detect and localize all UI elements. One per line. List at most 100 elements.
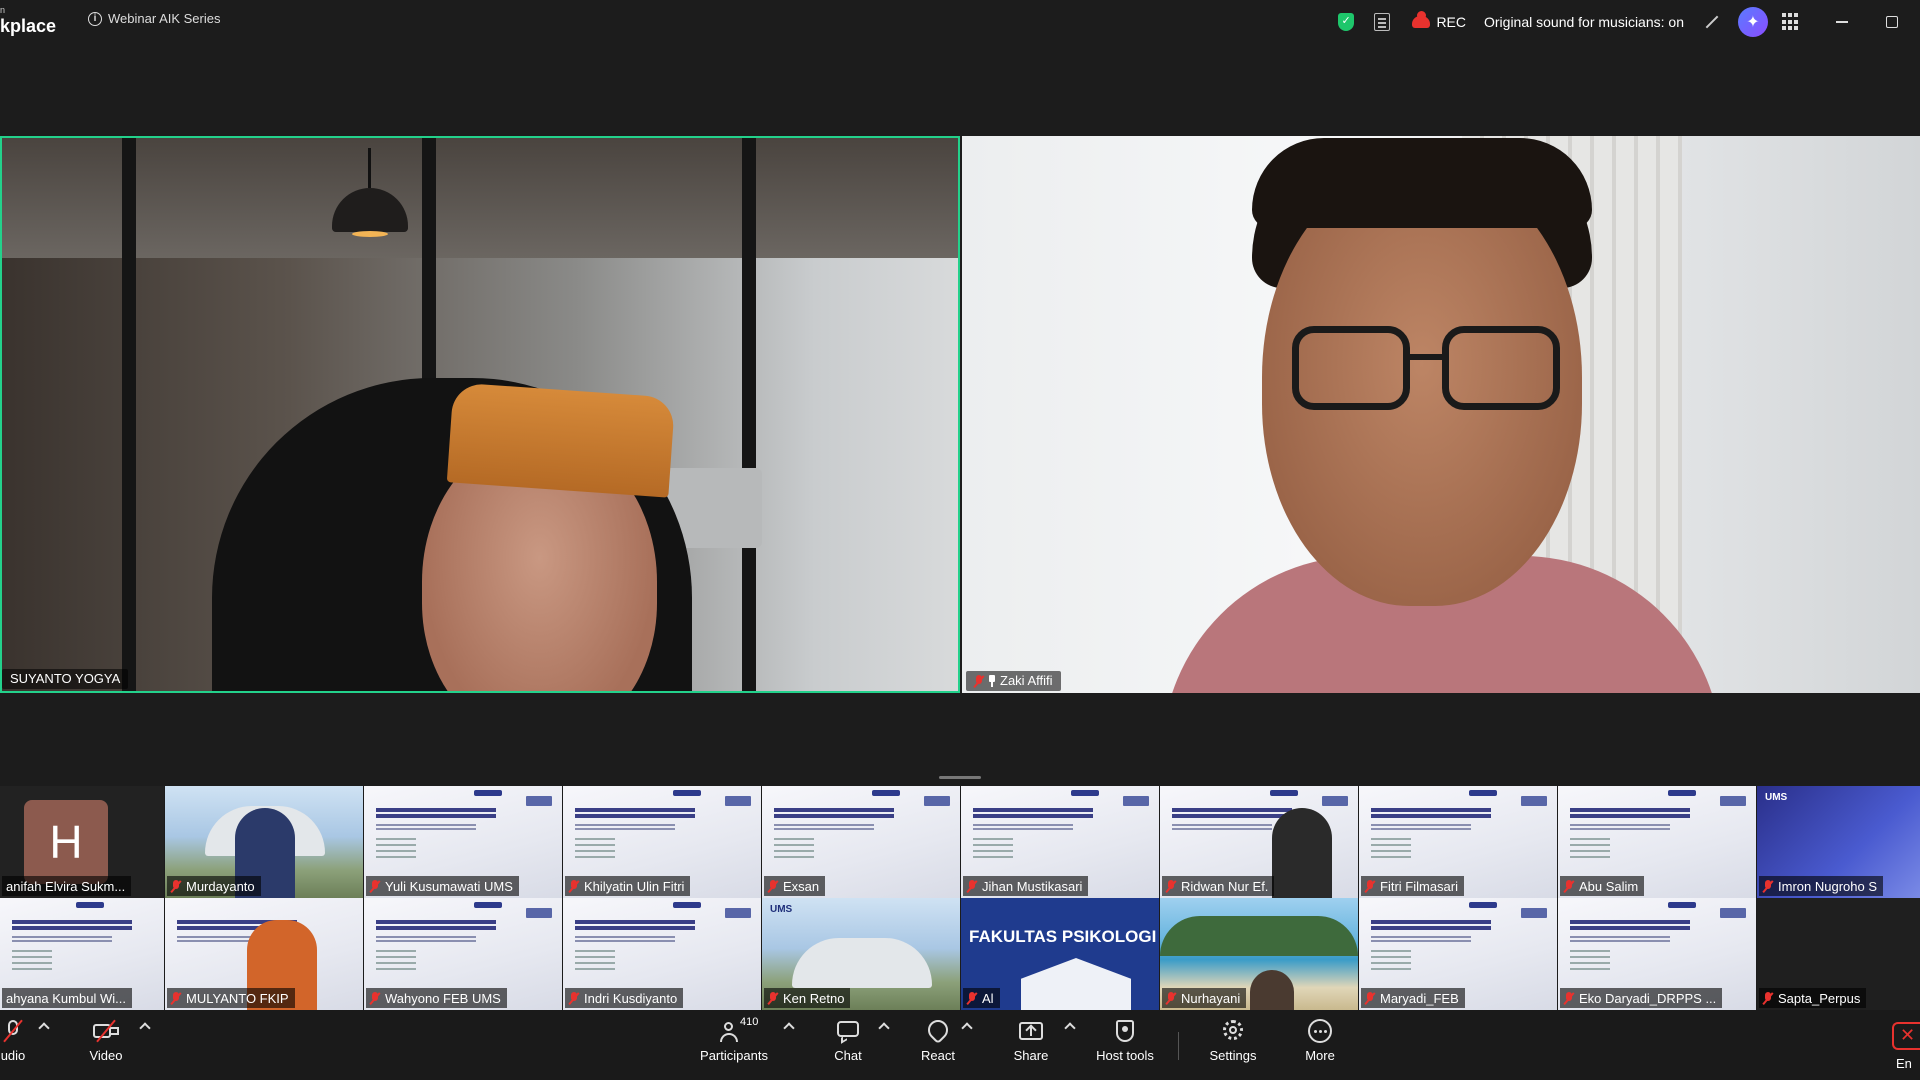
meeting-title: Webinar AIK Series (108, 11, 221, 26)
speaker-name-tag: Zaki Affifi (966, 671, 1061, 691)
participant-name-tag: Fitri Filmasari (1361, 876, 1464, 896)
participant-tile[interactable]: ahyana Kumbul Wi... (0, 898, 164, 1010)
end-label: End (1896, 1056, 1912, 1071)
participant-name: Exsan (783, 878, 820, 894)
resize-handle[interactable] (939, 776, 981, 779)
mic-muted-icon (171, 879, 181, 893)
participant-tile[interactable]: FAKULTAS PSIKOLOGI Al (961, 898, 1159, 1010)
mic-muted-icon (1166, 991, 1176, 1005)
participant-name: Ken Retno (783, 990, 845, 1006)
participant-tile[interactable]: UMS Ken Retno (762, 898, 960, 1010)
wand-icon (1702, 13, 1720, 31)
participants-count: 410 (740, 1016, 759, 1028)
mic-muted-icon (1365, 991, 1375, 1005)
participant-name: Al (982, 990, 994, 1006)
magic-wand-button[interactable] (1702, 0, 1738, 44)
speaker-hair-top (1252, 138, 1592, 228)
mic-muted-icon (768, 879, 778, 893)
participant-name-tag: Khilyatin Ulin Fitri (565, 876, 691, 896)
mic-muted-icon (569, 879, 579, 893)
participant-tile[interactable]: Wahyono FEB UMS (364, 898, 562, 1010)
participant-tile[interactable]: Fitri Filmasari (1359, 786, 1557, 898)
video-label: Video (89, 1048, 123, 1063)
more-icon (1306, 1018, 1334, 1044)
participant-tile[interactable]: Nurhayani (1160, 898, 1358, 1010)
speaker-tile-right[interactable]: Zaki Affifi (962, 136, 1920, 693)
participant-name: Ridwan Nur Ef. (1181, 878, 1269, 894)
react-label: React (921, 1048, 955, 1063)
speaker-glasses (1292, 326, 1562, 416)
gear-icon (1219, 1018, 1247, 1044)
speaker-tile-left[interactable]: SUYANTO YOGYA (0, 136, 960, 693)
participant-tile[interactable]: Yuli Kusumawati UMS (364, 786, 562, 898)
participant-name-tag: Al (963, 988, 1000, 1008)
settings-button[interactable]: Settings (1188, 1018, 1278, 1063)
video-button[interactable]: Video (61, 1018, 151, 1063)
mic-muted-icon (967, 879, 977, 893)
participant-tile[interactable]: Sapta_Perpus (1757, 898, 1920, 1010)
more-label: More (1305, 1048, 1335, 1063)
app-brand: n kplace (0, 5, 56, 36)
participant-name-tag: Eko Daryadi_DRPPS ... (1560, 988, 1723, 1008)
rec-label: REC (1436, 14, 1466, 30)
transcript-button[interactable] (1374, 0, 1412, 44)
participant-tile[interactable]: Eko Daryadi_DRPPS ... (1558, 898, 1756, 1010)
participants-button[interactable]: 410 Participants (689, 1016, 779, 1063)
participants-options-caret[interactable] (783, 1022, 795, 1034)
participant-name: Abu Salim (1579, 878, 1639, 894)
participant-tile[interactable]: H anifah Elvira Sukm... (0, 786, 164, 898)
chat-label: Chat (834, 1048, 862, 1063)
zoom-meeting-window: n kplace i Webinar AIK Series REC Origin… (0, 0, 1920, 1080)
recording-indicator[interactable]: REC (1412, 11, 1466, 30)
original-sound-status[interactable]: Original sound for musicians: on (1484, 14, 1684, 30)
participant-gallery: H anifah Elvira Sukm... Murdayanto Yuli … (0, 786, 1920, 1010)
participant-name-tag: Murdayanto (167, 876, 261, 896)
meeting-info-button[interactable]: i Webinar AIK Series (88, 11, 220, 26)
participant-name: Sapta_Perpus (1778, 990, 1861, 1006)
toolbar-divider (1178, 1032, 1179, 1060)
participant-tile[interactable]: Jihan Mustikasari (961, 786, 1159, 898)
avatar (1272, 808, 1332, 898)
mic-muted-icon (768, 991, 778, 1005)
security-shield-button[interactable] (1338, 0, 1374, 44)
info-icon: i (88, 11, 102, 26)
ums-logo-text: UMS (1765, 792, 1788, 803)
participant-name-tag: Abu Salim (1560, 876, 1645, 896)
view-grid-button[interactable] (1782, 13, 1800, 31)
mic-muted-icon (1365, 879, 1375, 893)
settings-label: Settings (1209, 1048, 1257, 1063)
participant-tile[interactable]: UMS Imron Nugroho S (1757, 786, 1920, 898)
participant-name-tag: Nurhayani (1162, 988, 1247, 1008)
more-button[interactable]: More (1275, 1018, 1365, 1063)
participant-tile[interactable]: Ridwan Nur Ef. (1160, 786, 1358, 898)
share-button[interactable]: Share (986, 1018, 1076, 1063)
avatar (1250, 970, 1294, 1010)
participant-name-tag: Jihan Mustikasari (963, 876, 1089, 896)
participant-tile[interactable]: Maryadi_FEB (1359, 898, 1557, 1010)
restore-window-button[interactable] (1886, 16, 1898, 28)
participant-tile[interactable]: Murdayanto (165, 786, 363, 898)
participant-tile[interactable]: Khilyatin Ulin Fitri (563, 786, 761, 898)
mic-muted-icon (1763, 991, 1773, 1005)
cloud-record-icon (1412, 11, 1431, 28)
audio-button[interactable]: udio (0, 1018, 58, 1063)
app-brand-small: n (0, 5, 6, 15)
chat-button[interactable]: Chat (803, 1018, 893, 1063)
participant-name: Eko Daryadi_DRPPS ... (1579, 990, 1717, 1006)
transcript-icon (1374, 13, 1391, 31)
ai-companion-button[interactable]: ✦ (1738, 7, 1768, 37)
minimize-window-button[interactable] (1836, 21, 1848, 23)
end-meeting-button[interactable]: ✕ End (1892, 1022, 1920, 1071)
heart-icon (923, 1015, 953, 1045)
participant-tile[interactable]: Abu Salim (1558, 786, 1756, 898)
participant-tile[interactable]: Indri Kusdiyanto (563, 898, 761, 1010)
meeting-toolbar: udio Video 410 Participants Chat React S… (0, 1010, 1920, 1080)
host-tools-button[interactable]: Host tools (1080, 1018, 1170, 1063)
participant-name-tag: Maryadi_FEB (1361, 988, 1465, 1008)
ums-logo-text: UMS (770, 904, 793, 915)
host-tools-label: Host tools (1096, 1048, 1154, 1063)
participant-tile[interactable]: Exsan (762, 786, 960, 898)
participant-name-tag: Yuli Kusumawati UMS (366, 876, 519, 896)
participant-tile[interactable]: MULYANTO FKIP (165, 898, 363, 1010)
mic-muted-icon (370, 991, 380, 1005)
